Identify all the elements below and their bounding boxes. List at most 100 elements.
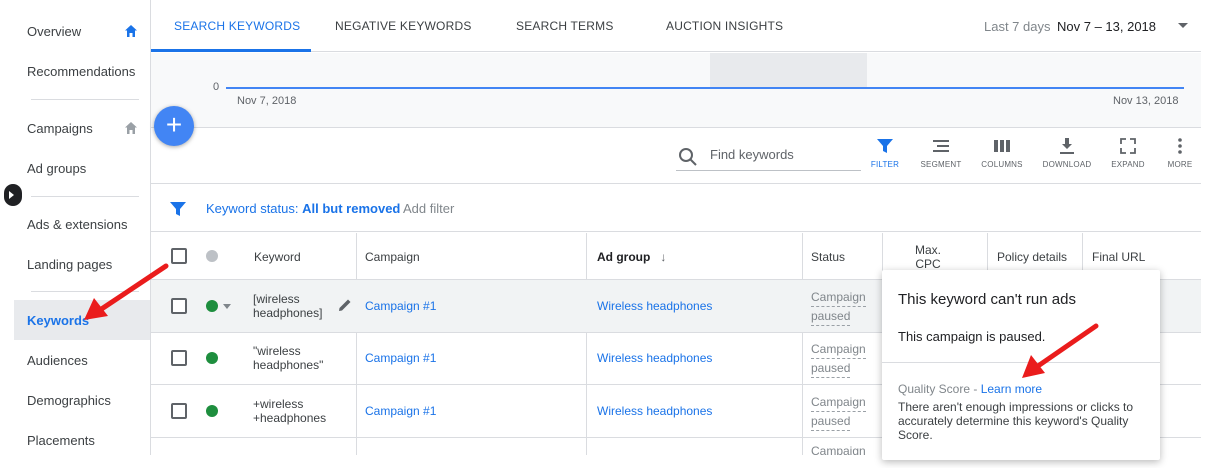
home-icon [125,25,137,37]
sidebar-divider [31,99,139,100]
status-eligible-icon [206,405,218,417]
column-header-campaign[interactable]: Campaign [365,233,420,280]
more-button[interactable]: MORE [1154,137,1206,169]
chart-x-tick-end: Nov 13, 2018 [1113,95,1179,107]
sidebar-item-demographics[interactable]: Demographics [14,380,150,420]
campaign-link[interactable]: Campaign #1 [365,299,436,313]
sidebar-item-label: Landing pages [27,256,113,272]
sidebar-item-landing-pages[interactable]: Landing pages [14,244,150,284]
tab-label: SEARCH TERMS [516,19,614,33]
sidebar: Overview Recommendations Campaigns Ad gr… [14,0,150,455]
status-details-popup: This keyword can't run ads This campaign… [882,270,1160,460]
status-cell[interactable]: Campaign paused [811,340,866,378]
sidebar-item-label: Placements [27,432,95,448]
row-checkbox[interactable] [171,298,187,314]
row-checkbox[interactable] [171,403,187,419]
expand-button[interactable]: EXPAND [1102,137,1154,169]
active-tab-indicator [151,49,311,52]
filter-button[interactable]: FILTER [859,137,911,169]
search-box [676,145,861,171]
status-cell[interactable]: Campaign paused [811,393,866,431]
status-text: paused [811,359,851,378]
sidebar-item-ad-groups[interactable]: Ad groups [14,148,150,188]
quality-score-description: There aren't enough impressions or click… [898,400,1134,442]
sidebar-item-placements[interactable]: Placements [14,420,150,460]
sidebar-item-overview[interactable]: Overview [14,11,150,51]
row-checkbox[interactable] [171,350,187,366]
keyword-line: +headphones [253,411,327,425]
date-range-label: Last 7 days [984,19,1051,34]
quality-score-label: Quality Score - Learn more [898,382,1042,396]
status-text-partial: Campaign [811,446,866,455]
sidebar-item-label: Keywords [27,312,90,328]
keyword-line: headphones" [253,358,324,372]
segment-button[interactable]: SEGMENT [915,137,967,169]
tool-label: DOWNLOAD [1042,160,1092,169]
chevron-down-icon[interactable] [1178,23,1188,28]
tab-auction-insights[interactable]: AUCTION INSIGHTS [666,0,783,52]
filter-value: All but removed [302,201,401,216]
tool-label: EXPAND [1111,160,1145,169]
sidebar-item-keywords[interactable]: Keywords [14,300,150,340]
filter-icon [170,202,186,216]
column-header-keyword[interactable]: Keyword [254,233,301,280]
columns-button[interactable]: COLUMNS [976,137,1028,169]
add-filter-link[interactable]: Add filter [403,201,454,216]
download-icon [1060,138,1074,154]
active-filter-chip[interactable]: Keyword status: All but removed [206,201,400,216]
status-text: Campaign [811,393,866,412]
column-header-ad-group[interactable]: Ad group ↓ [597,233,666,280]
ad-group-link[interactable]: Wireless headphones [597,351,712,365]
learn-more-link[interactable]: Learn more [981,382,1042,396]
sidebar-item-label: Ads & extensions [27,216,128,232]
ad-group-link[interactable]: Wireless headphones [597,299,712,313]
status-text: Campaign [811,340,866,359]
sidebar-item-label: Ad groups [27,160,87,176]
keyword-line: headphones] [253,306,323,320]
tab-negative-keywords[interactable]: NEGATIVE KEYWORDS [335,0,472,52]
tool-label: FILTER [870,160,900,169]
home-icon [125,122,137,134]
campaign-link[interactable]: Campaign #1 [365,404,436,418]
status-text: paused [811,307,851,326]
tab-search-keywords[interactable]: SEARCH KEYWORDS [174,0,300,52]
tool-label: COLUMNS [981,160,1023,169]
keyword-line: "wireless [253,344,301,358]
filter-prefix: Keyword status: [206,201,299,216]
sort-arrow-icon: ↓ [660,249,667,264]
popup-title: This keyword can't run ads [898,291,1076,308]
sidebar-item-recommendations[interactable]: Recommendations [14,51,150,91]
top-tabs: SEARCH KEYWORDS NEGATIVE KEYWORDS SEARCH… [151,0,1201,52]
campaign-link[interactable]: Campaign #1 [365,351,436,365]
segment-icon [933,140,949,152]
status-eligible-icon [206,300,218,312]
sidebar-item-audiences[interactable]: Audiences [14,340,150,380]
status-cell[interactable]: Campaign paused [811,288,866,326]
sidebar-item-label: Campaigns [27,120,93,136]
sidebar-item-label: Overview [27,23,82,39]
sidebar-item-ads-extensions[interactable]: Ads & extensions [14,204,150,244]
sidebar-item-campaigns[interactable]: Campaigns [14,108,150,148]
filter-bar: Keyword status: All but removed Add filt… [151,185,1201,232]
filter-icon [877,139,893,153]
collapse-sidebar-button[interactable] [4,184,22,206]
tab-label: NEGATIVE KEYWORDS [335,19,472,33]
download-button[interactable]: DOWNLOAD [1041,137,1093,169]
tab-label: AUCTION INSIGHTS [666,19,784,33]
tab-search-terms[interactable]: SEARCH TERMS [516,0,614,52]
column-header-status[interactable]: Status [811,233,845,280]
performance-chart: 0 Nov 7, 2018 Nov 13, 2018 [151,53,1201,128]
chevron-down-icon[interactable] [223,304,231,309]
status-eligible-icon [206,352,218,364]
date-range-selector[interactable]: Nov 7 – 13, 2018 [1057,19,1156,34]
keyword-text: "wireless headphones" [253,344,323,372]
ad-group-link[interactable]: Wireless headphones [597,404,712,418]
search-input[interactable] [710,147,860,162]
select-all-checkbox[interactable] [171,248,187,264]
edit-pencil-icon[interactable] [337,297,353,313]
tool-label: MORE [1167,160,1193,169]
sidebar-divider [31,291,139,292]
quality-score-text: Quality Score - [898,382,981,396]
search-icon [679,148,697,166]
sidebar-item-label: Recommendations [27,63,136,79]
